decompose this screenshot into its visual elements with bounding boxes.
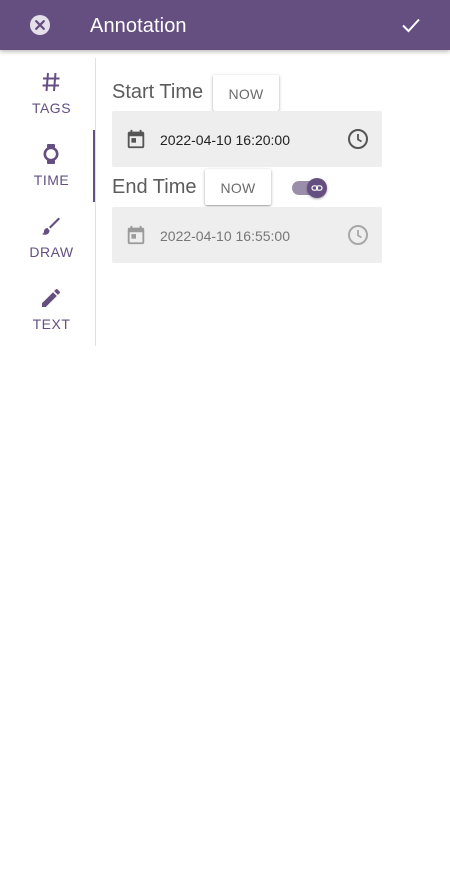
toggle-thumb — [307, 178, 327, 198]
calendar-icon[interactable] — [125, 128, 147, 150]
tab-text[interactable]: TEXT — [0, 274, 96, 346]
start-time-field[interactable]: 2022-04-10 16:20:00 — [112, 111, 382, 167]
end-time-value: 2022-04-10 16:55:00 — [160, 228, 290, 244]
page-title: Annotation — [90, 15, 187, 37]
tab-label: DRAW — [29, 244, 74, 260]
watch-icon — [39, 142, 63, 166]
end-now-button[interactable]: NOW — [205, 169, 271, 205]
sidebar: TAGS TIME DRAW TEXT — [0, 58, 96, 346]
tab-draw[interactable]: DRAW — [0, 202, 96, 274]
tab-time[interactable]: TIME — [0, 130, 96, 202]
clock-icon — [346, 223, 370, 247]
check-icon[interactable] — [399, 13, 423, 37]
brush-icon — [39, 214, 63, 238]
start-now-button[interactable]: NOW — [213, 75, 279, 111]
app-bar: Annotation — [0, 0, 450, 50]
hash-icon — [39, 70, 63, 94]
start-time-value: 2022-04-10 16:20:00 — [160, 132, 290, 148]
tab-tags[interactable]: TAGS — [0, 58, 96, 130]
close-icon[interactable] — [29, 14, 51, 36]
end-time-label: End Time — [112, 176, 197, 198]
clock-icon[interactable] — [346, 127, 370, 151]
tab-label: TIME — [33, 172, 70, 188]
link-icon — [311, 185, 323, 191]
calendar-icon — [125, 224, 147, 246]
link-toggle[interactable] — [292, 178, 330, 198]
start-time-label: Start Time — [112, 81, 204, 103]
tab-label: TEXT — [32, 316, 71, 332]
pencil-icon — [39, 286, 63, 310]
tab-label: TAGS — [31, 100, 72, 116]
end-time-field: 2022-04-10 16:55:00 — [112, 207, 382, 263]
